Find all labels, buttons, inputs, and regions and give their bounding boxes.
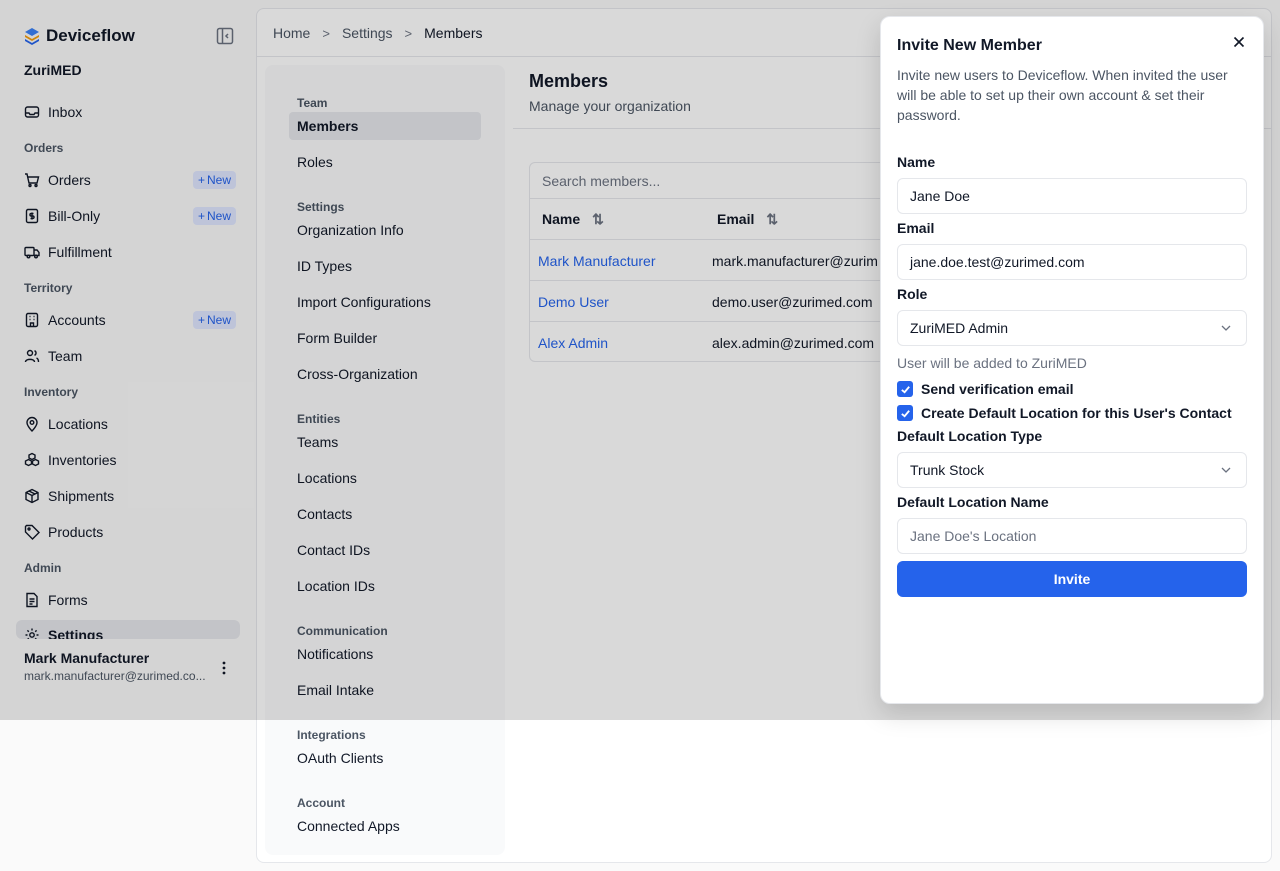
email-field[interactable]: jane.doe.test@zurimed.com xyxy=(897,244,1247,280)
settings-item-oauth-clients[interactable]: OAuth Clients xyxy=(289,744,481,772)
invite-button[interactable]: Invite xyxy=(897,561,1247,597)
close-icon[interactable] xyxy=(1231,34,1247,50)
invite-member-dialog: Invite New Member Invite new users to De… xyxy=(880,16,1264,704)
chevron-down-icon xyxy=(1221,467,1231,473)
location-type-select[interactable]: Trunk Stock xyxy=(897,452,1247,488)
checkbox-checked-icon[interactable] xyxy=(897,381,913,397)
send-verification-checkbox[interactable]: Send verification email xyxy=(897,381,1074,397)
settings-section-account: Account xyxy=(297,796,345,810)
create-default-location-checkbox[interactable]: Create Default Location for this User's … xyxy=(897,405,1232,421)
role-select[interactable]: ZuriMED Admin xyxy=(897,310,1247,346)
settings-section-integrations: Integrations xyxy=(297,728,366,742)
name-field[interactable]: Jane Doe xyxy=(897,178,1247,214)
checkbox-label: Create Default Location for this User's … xyxy=(921,405,1232,421)
location-type-label: Default Location Type xyxy=(897,428,1043,444)
location-name-field[interactable]: Jane Doe's Location xyxy=(897,518,1247,554)
dialog-title: Invite New Member xyxy=(897,37,1042,54)
location-type-value: Trunk Stock xyxy=(910,462,985,478)
role-label: Role xyxy=(897,286,928,302)
checkbox-checked-icon[interactable] xyxy=(897,405,913,421)
settings-item-connected-apps[interactable]: Connected Apps xyxy=(289,812,481,840)
dialog-description: Invite new users to Deviceflow. When inv… xyxy=(897,67,1228,123)
location-name-label: Default Location Name xyxy=(897,494,1049,510)
email-label: Email xyxy=(897,220,935,236)
name-label: Name xyxy=(897,154,936,170)
checkbox-label: Send verification email xyxy=(921,381,1074,397)
role-value: ZuriMED Admin xyxy=(910,320,1009,336)
chevron-down-icon xyxy=(1221,325,1231,331)
helper-text: User will be added to ZuriMED xyxy=(897,355,1087,371)
